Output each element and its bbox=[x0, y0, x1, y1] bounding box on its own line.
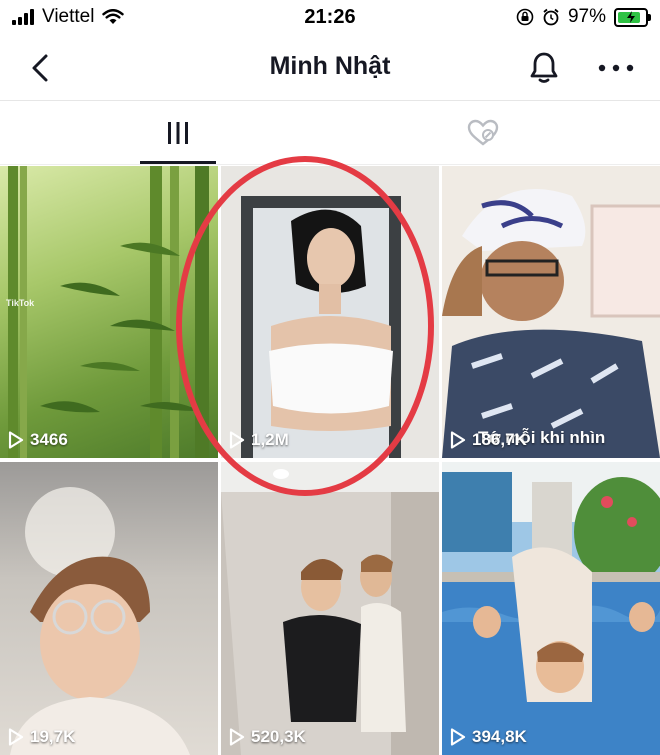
video-thumbnail[interactable]: 1,2M bbox=[221, 166, 439, 458]
status-right: 97% bbox=[516, 6, 651, 28]
view-count: 1,2M bbox=[229, 430, 289, 450]
profile-tabs bbox=[0, 102, 660, 165]
view-count: 520,3K bbox=[229, 727, 306, 747]
bamboo-image bbox=[8, 166, 209, 458]
battery-icon bbox=[614, 7, 651, 27]
play-icon bbox=[8, 728, 24, 746]
more-options-button[interactable] bbox=[596, 50, 636, 86]
status-bar: Viettel 21:26 97% bbox=[0, 0, 660, 34]
tab-videos[interactable] bbox=[13, 102, 343, 164]
video-thumbnail[interactable]: Tớ mỗi khi nhìn 186,7K bbox=[442, 166, 660, 458]
video-grid: TikTok 3466 1,2M Tớ mỗi khi nhìn 186,7K … bbox=[0, 166, 660, 755]
tiktok-watermark: TikTok bbox=[6, 298, 35, 308]
person-image bbox=[241, 196, 401, 458]
view-count: 3466 bbox=[8, 430, 68, 450]
person-image bbox=[442, 189, 660, 458]
view-count: 19,7K bbox=[8, 727, 75, 747]
bell-icon bbox=[530, 52, 558, 83]
nav-bar: Minh Nhật bbox=[0, 38, 660, 101]
liked-hidden-icon bbox=[467, 119, 499, 146]
play-icon bbox=[229, 431, 245, 449]
video-thumbnail[interactable]: 520,3K bbox=[221, 462, 439, 755]
more-horizontal-icon bbox=[598, 64, 634, 72]
view-count: 186,7K bbox=[450, 430, 527, 450]
notification-button[interactable] bbox=[526, 50, 562, 86]
play-icon bbox=[8, 431, 24, 449]
active-tab-indicator bbox=[140, 161, 216, 164]
grid-bars-icon bbox=[168, 122, 188, 144]
view-count: 394,8K bbox=[450, 727, 527, 747]
video-thumbnail[interactable]: 394,8K bbox=[442, 462, 660, 755]
play-icon bbox=[450, 431, 466, 449]
alarm-icon bbox=[543, 8, 559, 26]
battery-percent: 97% bbox=[567, 6, 606, 27]
video-thumbnail[interactable]: TikTok 3466 bbox=[0, 166, 218, 458]
orientation-lock-icon bbox=[516, 8, 534, 26]
pool-image bbox=[442, 462, 660, 755]
play-icon bbox=[229, 728, 245, 746]
person-image bbox=[10, 487, 190, 755]
people-image bbox=[221, 462, 439, 755]
play-icon bbox=[450, 728, 466, 746]
tab-liked[interactable] bbox=[318, 102, 648, 164]
video-thumbnail[interactable]: 19,7K bbox=[0, 462, 218, 755]
